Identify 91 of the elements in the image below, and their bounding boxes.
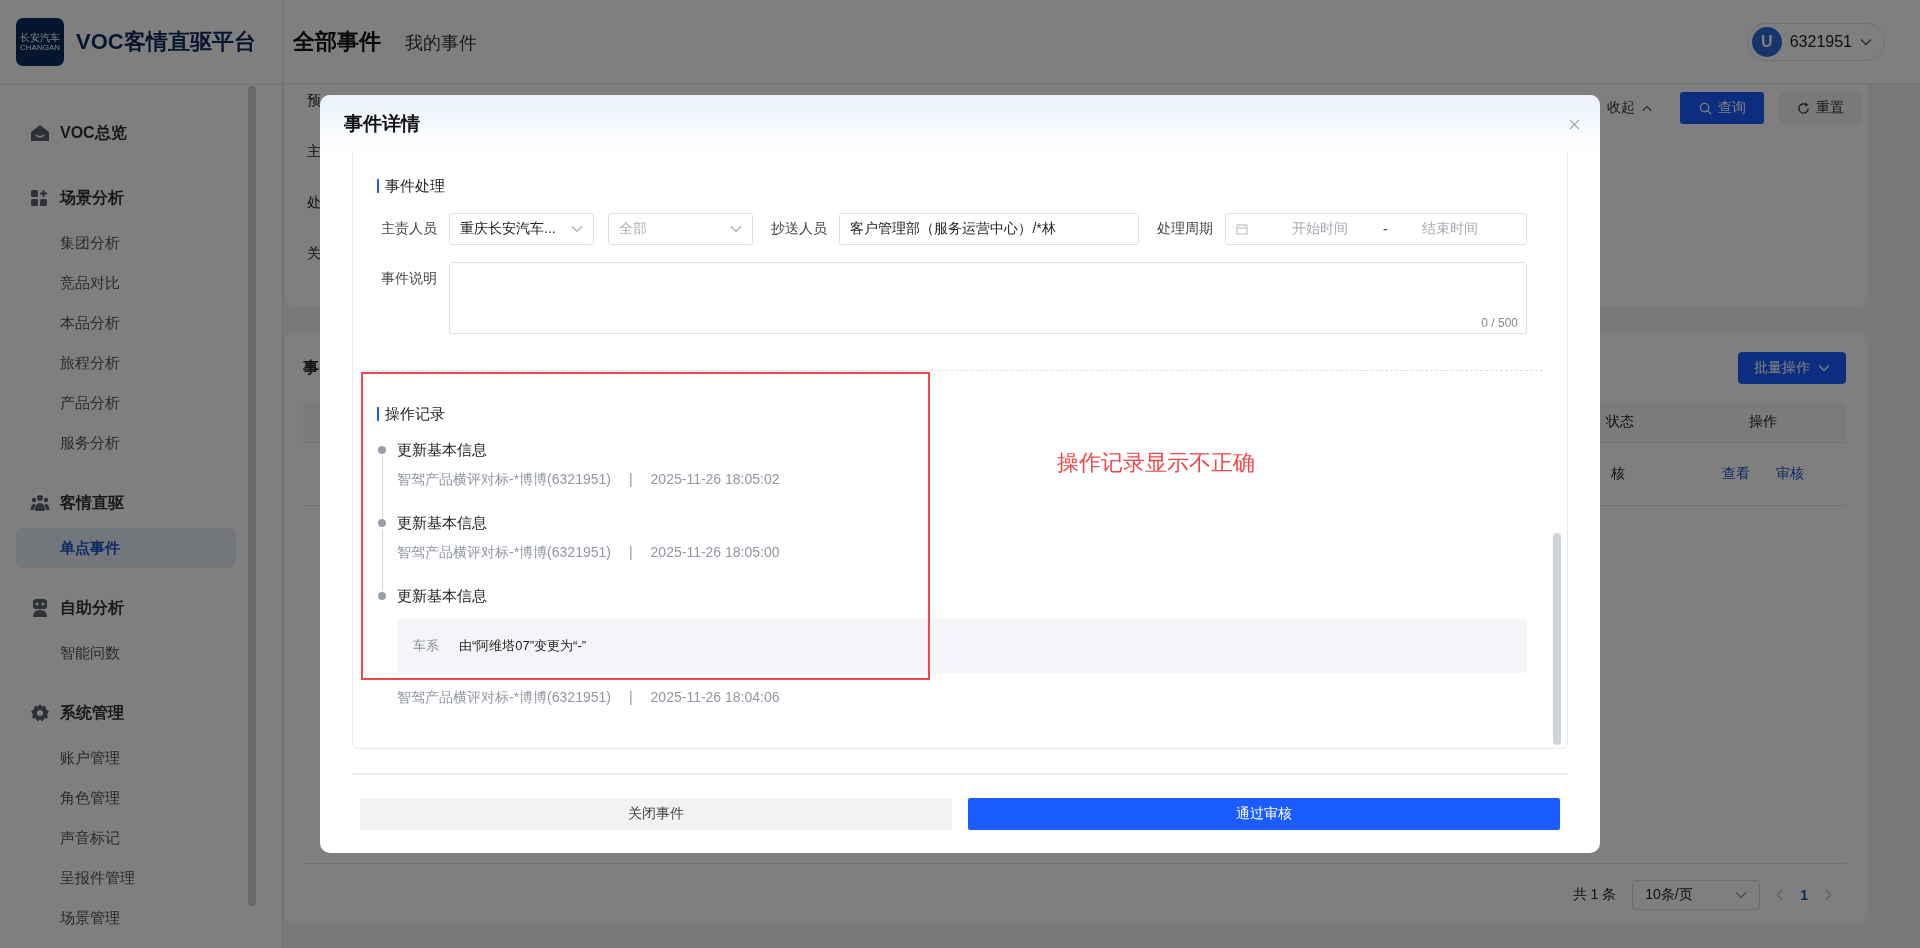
nav-item[interactable]: 旅程分析 xyxy=(16,343,236,383)
approve-button[interactable]: 通过审核 xyxy=(968,798,1560,830)
filter-label: 处 xyxy=(307,194,321,212)
nav-item[interactable]: 账户管理 xyxy=(16,738,236,778)
house-icon xyxy=(30,123,50,143)
timeline-dot xyxy=(378,519,386,527)
chevron-down-icon xyxy=(1735,891,1748,899)
total-count: 共 1 条 xyxy=(1572,886,1617,904)
people-icon xyxy=(30,493,50,513)
nav-item[interactable]: 声音标记 xyxy=(16,818,236,858)
scrollbar[interactable] xyxy=(248,86,256,906)
field-label: 主责人员 xyxy=(381,220,435,238)
date-range-field[interactable]: 开始时间 - 结束时间 xyxy=(1225,213,1527,245)
nav-group-label[interactable]: 自助分析 xyxy=(60,597,124,619)
list-title: 事 xyxy=(303,357,319,378)
nav-group-label[interactable]: 客情直驱 xyxy=(60,492,124,514)
nav-item[interactable]: 竞品对比 xyxy=(16,263,236,303)
table-cell-text: 核 xyxy=(1611,465,1626,483)
column-header: 操作 xyxy=(1748,413,1779,431)
reset-button[interactable]: 重置 xyxy=(1778,92,1862,124)
log-user: 智驾产品横评对标-*博博(6321951) xyxy=(397,544,611,562)
owner-select[interactable]: 重庆长安汽车... xyxy=(449,213,595,245)
nav-item[interactable]: 呈报件管理 xyxy=(16,858,236,898)
log-time: 2025-11-26 18:04:06 xyxy=(650,689,780,707)
timeline-dot xyxy=(378,446,386,454)
annotation-text: 操作记录显示不正确 xyxy=(1057,449,1255,477)
logo-icon: 长安汽车 CHANGAN xyxy=(16,18,64,66)
nav-item[interactable]: 场景管理 xyxy=(16,898,236,938)
log-action: 更新基本信息 xyxy=(397,440,488,460)
change-field: 车系 xyxy=(413,637,439,655)
action-link[interactable]: 审核 xyxy=(1776,465,1805,483)
timeline-dot xyxy=(378,592,386,600)
owner-sub-select[interactable]: 全部 xyxy=(608,213,754,245)
chevron-down-icon xyxy=(1818,364,1830,372)
nav-group-label[interactable]: VOC总览 xyxy=(60,122,127,144)
chevron-down-icon xyxy=(1860,37,1872,46)
column-header: 状态 xyxy=(1606,413,1635,431)
page-tab[interactable]: 我的事件 xyxy=(405,30,477,55)
meta-separator: | xyxy=(628,544,633,562)
page-number[interactable]: 1 xyxy=(1800,887,1808,903)
page-tab[interactable]: 全部事件 xyxy=(293,26,381,57)
close-event-button[interactable]: 关闭事件 xyxy=(360,798,952,830)
log-user: 智驾产品横评对标-*博博(6321951) xyxy=(397,471,611,489)
previous-page-icon[interactable] xyxy=(1776,889,1785,901)
next-page-icon[interactable] xyxy=(1824,889,1832,901)
chevron-down-icon xyxy=(571,225,584,233)
change-text: 由“阿维塔07”变更为“-” xyxy=(459,637,587,655)
nav-group-label[interactable]: 场景分析 xyxy=(60,187,124,209)
nav-item[interactable]: 集团分析 xyxy=(16,223,236,263)
section-title: 事件处理 xyxy=(377,179,1527,193)
filter-label: 预 xyxy=(307,92,321,110)
log-time: 2025-11-26 18:05:02 xyxy=(650,471,780,489)
log-action: 更新基本信息 xyxy=(397,586,488,606)
grid-icon xyxy=(30,188,50,208)
section-title: 操作记录 xyxy=(377,407,1527,421)
field-label: 处理周期 xyxy=(1157,220,1212,238)
collapse-link[interactable]: 收起 xyxy=(1607,99,1652,117)
nav-item[interactable]: 产品分析 xyxy=(16,383,236,423)
gear-icon xyxy=(30,703,50,723)
avatar: U xyxy=(1751,26,1782,57)
nav-item[interactable]: 服务分析 xyxy=(16,423,236,463)
refresh-icon xyxy=(1796,101,1810,115)
batch-button[interactable]: 批量操作 xyxy=(1738,352,1846,384)
action-link[interactable]: 查看 xyxy=(1722,465,1751,483)
search-icon xyxy=(1698,101,1712,115)
nav-item[interactable]: 智能问数 xyxy=(16,633,236,673)
dialog-title: 事件详情 xyxy=(344,112,420,136)
log-action: 更新基本信息 xyxy=(397,513,488,533)
field-label: 事件说明 xyxy=(381,270,435,288)
page-size-select[interactable]: 10条/页 xyxy=(1632,880,1761,910)
nav-group-label[interactable]: 系统管理 xyxy=(60,702,124,724)
chevron-down-icon xyxy=(730,225,743,233)
calendar-icon xyxy=(1236,223,1249,235)
robot-icon xyxy=(30,598,50,618)
scrollbar[interactable] xyxy=(1553,533,1561,745)
app-title: VOC客情直驱平台 xyxy=(76,28,256,56)
filter-label: 主 xyxy=(307,143,321,161)
chevron-up-icon xyxy=(1642,104,1652,112)
close-icon[interactable] xyxy=(1569,118,1580,130)
cc-field[interactable]: 客户管理部（服务运营中心）/*林 xyxy=(839,213,1140,245)
meta-separator: | xyxy=(628,471,633,489)
field-label: 抄送人员 xyxy=(771,220,826,238)
nav-item[interactable]: 本品分析 xyxy=(16,303,236,343)
log-user: 智驾产品横评对标-*博博(6321951) xyxy=(397,689,611,707)
description-field[interactable]: 0 / 500 xyxy=(449,262,1527,334)
nav-item[interactable]: 单点事件 xyxy=(16,528,236,568)
nav-item[interactable]: 角色管理 xyxy=(16,778,236,818)
log-time: 2025-11-26 18:05:00 xyxy=(650,544,780,562)
meta-separator: | xyxy=(628,689,633,707)
query-button[interactable]: 查询 xyxy=(1680,92,1764,124)
filter-label: 关 xyxy=(307,245,321,263)
